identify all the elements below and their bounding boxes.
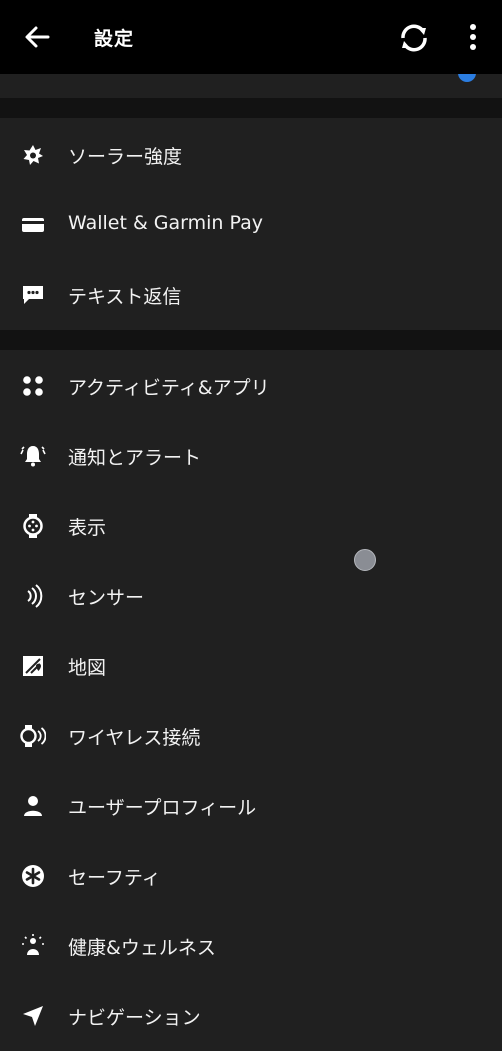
settings-item-solar-intensity[interactable]: ソーラー強度 [0, 120, 502, 190]
section-divider [0, 330, 502, 350]
settings-item-label: 地図 [68, 657, 107, 679]
settings-item-label: 表示 [68, 517, 107, 539]
settings-item-display[interactable]: 表示 [0, 491, 502, 561]
settings-item-label: Wallet & Garmin Pay [68, 212, 264, 234]
back-arrow-icon[interactable] [22, 22, 52, 52]
section-divider [0, 98, 502, 118]
solar-icon [20, 143, 46, 167]
settings-item-label: ワイヤレス接続 [68, 727, 201, 749]
settings-item-label: ナビゲーション [68, 1007, 201, 1029]
sensor-icon [20, 584, 46, 608]
settings-item-sensors[interactable]: センサー [0, 561, 502, 631]
watch-face-icon [20, 514, 46, 538]
settings-item-text-reply[interactable]: テキスト返信 [0, 260, 502, 330]
sync-icon[interactable] [396, 20, 432, 56]
wellness-icon [20, 934, 46, 958]
settings-item-label: 健康&ウェルネス [68, 937, 216, 959]
map-icon [20, 654, 46, 678]
user-icon [20, 794, 46, 818]
settings-item-activities-apps[interactable]: アクティビティ&アプリ [0, 351, 502, 421]
safety-icon [20, 864, 46, 888]
settings-item-label: テキスト返信 [68, 286, 182, 308]
settings-item-label: ソーラー強度 [68, 146, 183, 168]
message-icon [20, 283, 46, 307]
settings-item-label: ユーザープロフィール [68, 797, 257, 819]
navigation-icon [20, 1004, 46, 1028]
app-bar: 設定 [0, 0, 502, 74]
touch-indicator [354, 549, 376, 571]
scrolled-row-remnant [0, 74, 502, 98]
toggle-switch[interactable] [458, 74, 476, 82]
settings-item-wireless[interactable]: ワイヤレス接続 [0, 701, 502, 771]
settings-item-health-wellness[interactable]: 健康&ウェルネス [0, 911, 502, 981]
settings-item-label: セーフティ [68, 867, 161, 889]
settings-item-map[interactable]: 地図 [0, 631, 502, 701]
settings-item-wallet[interactable]: Wallet & Garmin Pay [0, 190, 502, 260]
page-title: 設定 [94, 28, 135, 50]
settings-item-safety[interactable]: セーフティ [0, 841, 502, 911]
settings-item-notifications[interactable]: 通知とアラート [0, 421, 502, 491]
settings-item-label: 通知とアラート [68, 447, 202, 469]
settings-item-user-profile[interactable]: ユーザープロフィール [0, 771, 502, 841]
wireless-watch-icon [20, 724, 46, 748]
more-vert-icon[interactable] [461, 22, 485, 52]
settings-item-navigation[interactable]: ナビゲーション [0, 981, 502, 1051]
bell-icon [20, 444, 46, 468]
settings-item-label: センサー [68, 587, 145, 609]
wallet-icon [20, 213, 46, 237]
settings-item-label: アクティビティ&アプリ [68, 377, 270, 399]
activities-icon [20, 374, 46, 398]
